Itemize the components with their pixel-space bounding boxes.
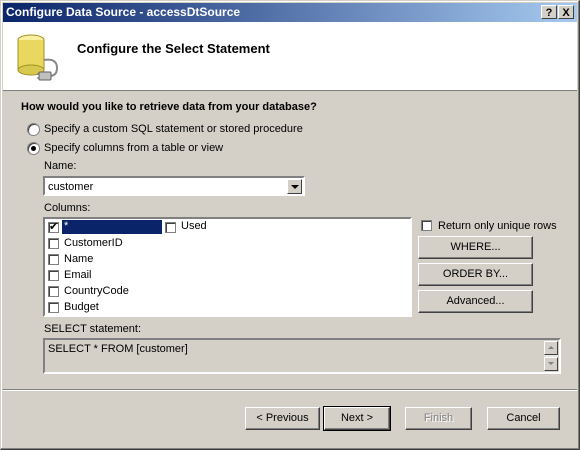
scroll-down-icon[interactable]	[544, 357, 558, 371]
chevron-down-icon[interactable]	[287, 179, 302, 194]
scroll-up-icon[interactable]	[544, 341, 558, 355]
cancel-button[interactable]: Cancel	[487, 407, 560, 430]
database-icon	[17, 34, 59, 81]
column-label-name[interactable]: Name	[64, 253, 93, 265]
columns-option-label[interactable]: Specify columns from a table or view	[44, 142, 223, 154]
window-title: Configure Data Source - accessDtSource	[6, 5, 241, 19]
select-statement-text: SELECT * FROM [customer]	[48, 343, 188, 355]
select-statement-label: SELECT statement:	[44, 323, 142, 335]
scrollbar[interactable]	[544, 341, 558, 371]
columns-list[interactable]: * CustomerID Name Email CountryCode Budg…	[43, 217, 412, 317]
column-checkbox-budget[interactable]	[48, 302, 59, 313]
selected-row-highlight	[62, 220, 162, 234]
custom-sql-radio[interactable]	[27, 123, 40, 136]
unique-rows-checkbox[interactable]	[421, 220, 432, 231]
column-checkbox-used[interactable]	[165, 222, 176, 233]
table-name-value: customer	[48, 181, 94, 193]
unique-rows-label[interactable]: Return only unique rows	[438, 220, 557, 232]
select-statement-box[interactable]: SELECT * FROM [customer]	[43, 338, 561, 374]
columns-radio[interactable]	[27, 142, 40, 155]
footer-separator	[3, 389, 577, 391]
column-label-customerid[interactable]: CustomerID	[64, 237, 123, 249]
column-label-star[interactable]: *	[64, 220, 68, 232]
column-checkbox-customerid[interactable]	[48, 238, 59, 249]
wizard-header: Configure the Select Statement	[3, 22, 577, 91]
previous-button[interactable]: < Previous	[245, 407, 320, 430]
advanced-button[interactable]: Advanced...	[418, 290, 533, 313]
close-button[interactable]: X	[558, 5, 574, 19]
name-label: Name:	[44, 160, 77, 172]
column-label-budget[interactable]: Budget	[64, 301, 99, 313]
next-button[interactable]: Next >	[323, 406, 391, 431]
help-button[interactable]: ?	[541, 5, 557, 19]
table-name-select[interactable]: customer	[43, 176, 305, 196]
column-checkbox-star[interactable]	[48, 220, 59, 233]
column-checkbox-email[interactable]	[48, 270, 59, 281]
order-by-button[interactable]: ORDER BY...	[418, 263, 533, 286]
page-title: Configure the Select Statement	[77, 41, 270, 56]
title-bar[interactable]: Configure Data Source - accessDtSource ?…	[3, 3, 577, 22]
where-button[interactable]: WHERE...	[418, 236, 533, 259]
column-checkbox-countrycode[interactable]	[48, 286, 59, 297]
column-label-used[interactable]: Used	[181, 220, 207, 232]
finish-button[interactable]: Finish	[405, 407, 472, 430]
column-checkbox-name[interactable]	[48, 254, 59, 265]
columns-label: Columns:	[44, 202, 91, 214]
custom-sql-label[interactable]: Specify a custom SQL statement or stored…	[44, 123, 303, 135]
column-label-email[interactable]: Email	[64, 269, 92, 281]
retrieve-question: How would you like to retrieve data from…	[21, 101, 317, 113]
column-label-countrycode[interactable]: CountryCode	[64, 285, 129, 297]
